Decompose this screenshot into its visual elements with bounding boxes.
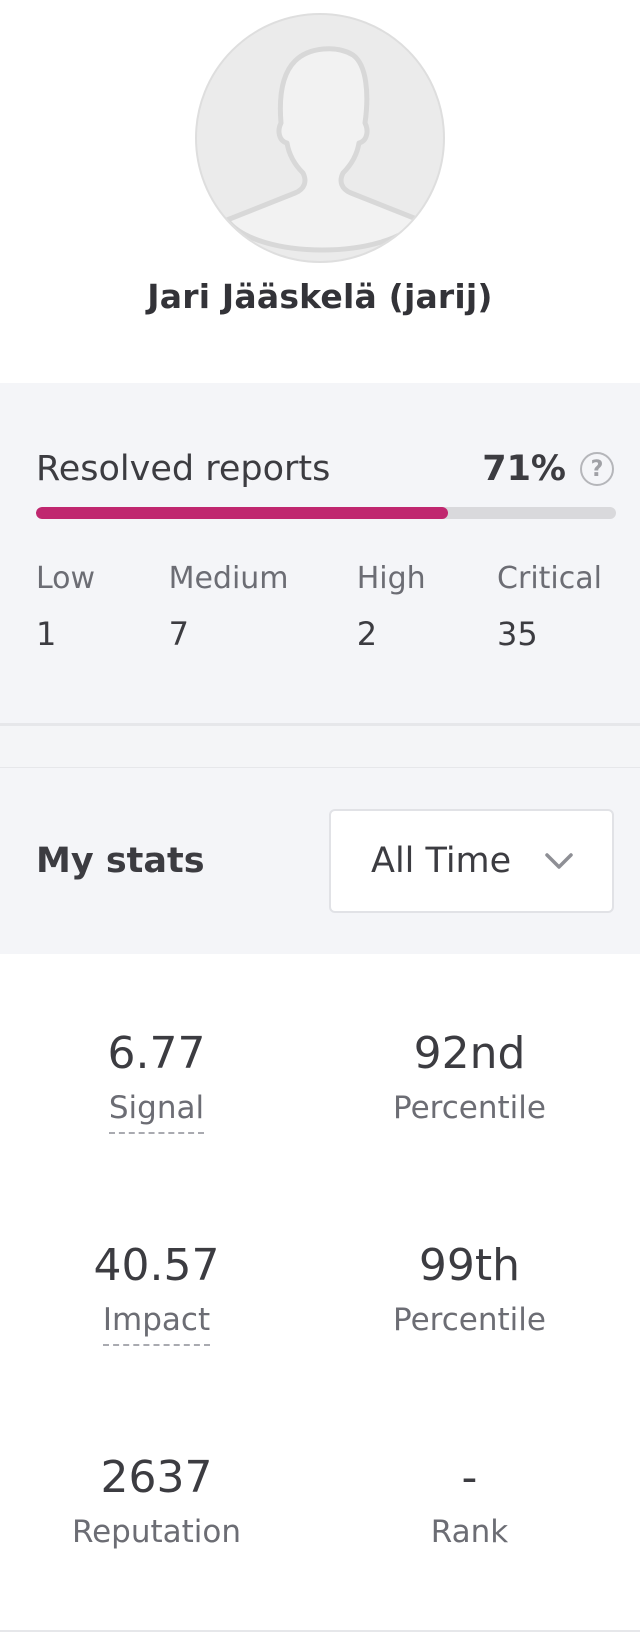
stat-value: - [461,1452,478,1503]
stat-reputation: 2637 Reputation [0,1450,313,1632]
severity-count: 7 [168,615,189,653]
chevron-down-icon [545,853,573,869]
stat-value: 2637 [100,1452,213,1503]
resolved-reports-progress-fill [36,507,448,519]
my-stats-header: My stats All Time [0,768,640,954]
resolved-reports-header: Resolved reports 71% ? [36,445,614,493]
severity-count: 35 [497,615,538,653]
resolved-reports-percent: 71% [482,449,566,489]
severity-label: Low [36,561,96,596]
my-stats-title: My stats [36,841,205,881]
period-select[interactable]: All Time [329,809,614,913]
stat-rank: - Rank [313,1450,626,1632]
default-user-silhouette-icon [224,46,422,253]
question-circle-icon[interactable]: ? [580,452,614,486]
severity-label: High [356,561,426,596]
stat-value: 40.57 [93,1240,220,1291]
severity-count: 2 [356,615,378,653]
severity-count: 1 [36,615,57,653]
stat-label: Percentile [393,1302,546,1338]
avatar [195,13,445,263]
stat-label: Reputation [71,1514,242,1550]
signal-tooltip-label[interactable]: Signal [108,1090,205,1134]
profile-username: Jari Jääskelä (jarij) [147,277,493,316]
stat-label: Percentile [393,1090,546,1126]
severity-critical: Critical 35 [497,561,614,653]
resolved-reports-progress-bar [36,507,616,519]
stat-label: Rank [430,1514,509,1550]
impact-tooltip-label[interactable]: Impact [102,1302,211,1346]
stat-value: 6.77 [107,1028,206,1079]
profile-header: Jari Jääskelä (jarij) [0,0,640,383]
severity-low: Low 1 [36,561,169,653]
severity-medium: Medium 7 [169,561,357,653]
stat-impact: 40.57 Impact [0,1238,313,1450]
severity-breakdown: Low 1 Medium 7 High 2 Critical 35 [36,561,614,653]
resolved-reports-label: Resolved reports [36,449,331,489]
question-mark-glyph: ? [590,456,604,482]
severity-high: High 2 [357,561,497,653]
stat-value: 92nd [413,1028,526,1079]
severity-label: Critical [497,561,602,596]
stat-signal: 6.77 Signal [0,1026,313,1238]
severity-label: Medium [168,561,289,596]
stats-grid: 6.77 Signal 92nd Percentile 40.57 Impact… [0,954,640,1632]
section-divider [0,726,640,768]
profile-page: Jari Jääskelä (jarij) Resolved reports 7… [0,0,640,1632]
stat-impact-percentile: 99th Percentile [313,1238,626,1450]
stat-signal-percentile: 92nd Percentile [313,1026,626,1238]
resolved-reports-panel: Resolved reports 71% ? Low 1 Medium 7 Hi… [0,383,640,726]
period-select-value: All Time [371,841,512,881]
stat-value: 99th [418,1240,521,1291]
